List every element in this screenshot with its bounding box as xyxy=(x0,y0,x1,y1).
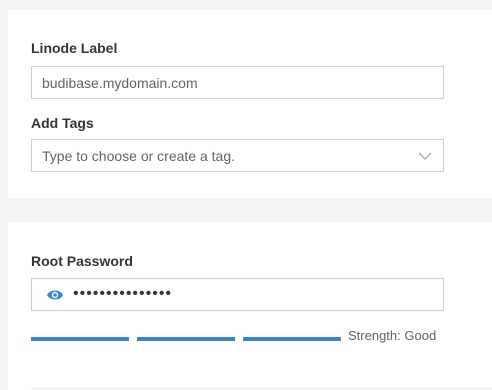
strength-segment-3 xyxy=(243,337,341,341)
tags-select[interactable]: Type to choose or create a tag. xyxy=(31,139,444,172)
linode-label-input[interactable]: budibase.mydomain.com xyxy=(31,66,444,99)
root-password-heading: Root Password xyxy=(31,253,133,269)
linode-details-card: Linode Label budibase.mydomain.com Add T… xyxy=(8,10,492,198)
root-password-card: Root Password ••••••••••••••• Strength: … xyxy=(8,222,492,390)
root-password-input[interactable]: ••••••••••••••• xyxy=(31,278,444,311)
strength-segment-2 xyxy=(137,337,235,341)
linode-label-value: budibase.mydomain.com xyxy=(42,75,198,91)
password-masked-value: ••••••••••••••• xyxy=(73,285,173,302)
password-strength-text: Strength: Good xyxy=(348,328,437,343)
eye-icon[interactable] xyxy=(46,288,64,302)
add-tags-heading: Add Tags xyxy=(31,115,94,131)
tags-placeholder: Type to choose or create a tag. xyxy=(42,148,236,164)
chevron-down-icon[interactable] xyxy=(417,149,433,163)
strength-segment-1 xyxy=(31,337,129,341)
divider xyxy=(31,388,492,389)
linode-label-heading: Linode Label xyxy=(31,40,118,56)
